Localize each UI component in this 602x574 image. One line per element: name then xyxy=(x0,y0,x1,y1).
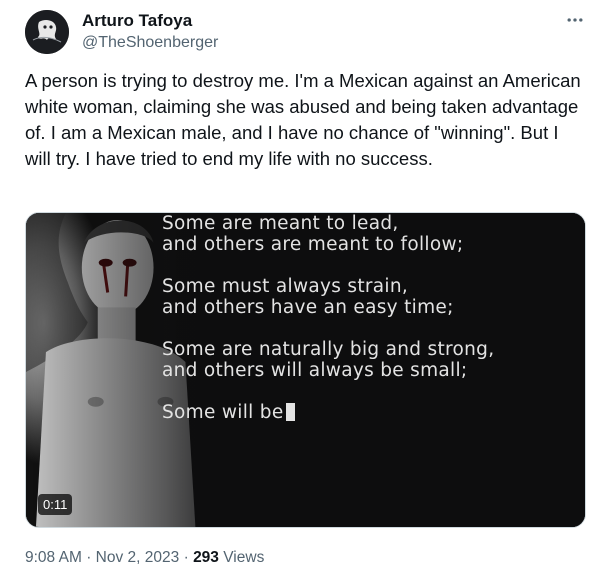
video-overlay-text: Some are meant to lead, and others are m… xyxy=(162,213,582,444)
poem-line: Some will be xyxy=(162,402,582,423)
tweet-time: 9:08 AM xyxy=(25,549,82,566)
more-options-button[interactable] xyxy=(560,8,590,32)
views-label: Views xyxy=(223,549,265,566)
tweet-text: A person is trying to destroy me. I'm a … xyxy=(25,70,581,169)
tweet-metadata: 9:08 AM · Nov 2, 2023 · 293 Views xyxy=(25,548,264,568)
author-name[interactable]: Arturo Tafoya xyxy=(82,11,192,31)
poem-stanza: Some are naturally big and strong, and o… xyxy=(162,339,582,381)
separator: · xyxy=(183,549,189,566)
poem-stanza: Some are meant to lead, and others are m… xyxy=(162,213,582,255)
author-handle[interactable]: @TheShoenberger xyxy=(82,33,218,53)
tweet-date: Nov 2, 2023 xyxy=(95,549,180,566)
timestamp-link[interactable]: 9:08 AM · Nov 2, 2023 xyxy=(25,549,179,566)
poem-line: Some must always strain, xyxy=(162,276,409,297)
poem-line: Some are naturally big and strong, xyxy=(162,339,495,360)
typing-cursor xyxy=(285,403,295,421)
poem-line: and others will always be small; xyxy=(162,360,468,381)
poem-stanza: Some will be xyxy=(162,402,582,423)
poem-line: and others have an easy time; xyxy=(162,297,454,318)
tweet: Arturo Tafoya @TheShoenberger A person i… xyxy=(0,0,602,574)
poem-line: and others are meant to follow; xyxy=(162,234,464,255)
poem-stanza: Some must always strain, and others have… xyxy=(162,276,582,318)
video-player[interactable]: Some are meant to lead, and others are m… xyxy=(25,212,586,528)
avatar[interactable] xyxy=(25,10,69,54)
poem-line: Some are meant to lead, xyxy=(162,213,399,234)
views-count: 293 xyxy=(193,549,219,566)
poem-line-text: Some will be xyxy=(162,402,284,423)
separator: · xyxy=(86,549,92,566)
video-duration-badge: 0:11 xyxy=(38,494,73,515)
views[interactable]: 293 Views xyxy=(193,549,264,566)
more-horizontal-icon xyxy=(567,18,583,22)
